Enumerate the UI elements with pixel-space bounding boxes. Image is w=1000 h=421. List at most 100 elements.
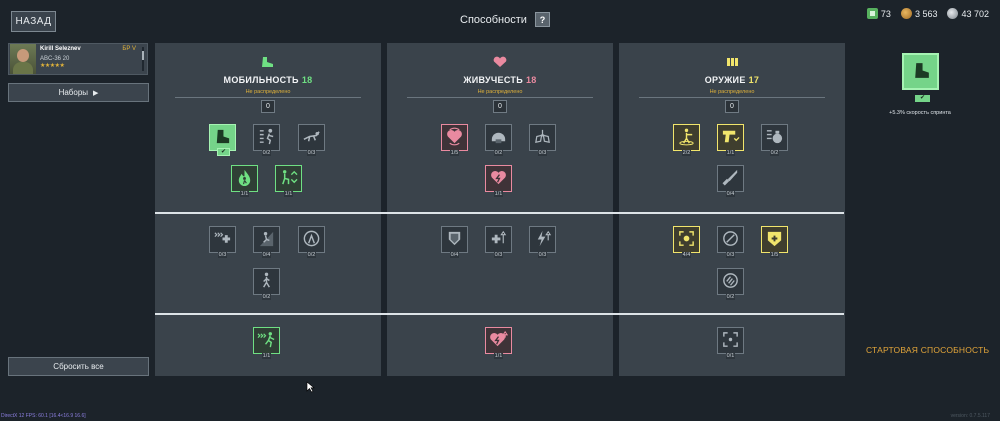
back-button[interactable]: НАЗАД — [11, 11, 56, 32]
sprint-boot-icon — [915, 63, 929, 78]
stamina-icon — [303, 230, 320, 247]
currency-cash: 73 — [866, 8, 891, 19]
skill-count: 1/1 — [725, 150, 736, 156]
skill-count: 1/1 — [493, 191, 504, 197]
pistol-icon — [722, 130, 740, 143]
vitality-header: ЖИВУЧЕСТЬ 18 Не распределено 0 — [387, 43, 613, 113]
currency-gold: 3 563 — [900, 8, 938, 19]
skill-shield-plus[interactable]: 1/5 — [761, 226, 788, 258]
skill-pistol[interactable]: 1/1 — [717, 124, 744, 156]
weapons-title-text: ОРУЖИЕ — [704, 75, 746, 85]
skill-count: 0/3 — [537, 252, 548, 258]
help-button[interactable]: ? — [534, 12, 550, 27]
skill-heal-speed[interactable]: 0/3 — [209, 226, 236, 258]
skill-helmet[interactable]: 0/2 — [485, 124, 512, 156]
skill-endurance[interactable]: 0/2 — [298, 226, 325, 258]
ammo-icon — [727, 58, 738, 66]
skill-scope[interactable]: 0/1 — [717, 327, 744, 359]
skill-count: 0/2 — [306, 252, 317, 258]
weapons-unassigned-points: 0 — [725, 100, 739, 113]
skill-adrenaline[interactable]: 1/1 — [485, 165, 512, 197]
mobility-header: МОБИЛЬНОСТЬ 18 Не распределено 0 — [155, 43, 381, 113]
lungs-icon — [535, 129, 550, 143]
skill-sprint-start[interactable]: 1/1 — [253, 327, 280, 359]
skill-target-focus[interactable]: 4/4 — [673, 226, 700, 258]
heart-boost-icon — [490, 330, 508, 347]
currency-gold-value: 3 563 — [914, 8, 938, 19]
skill-crawl[interactable]: 0/3 — [298, 124, 325, 156]
skill-count: 0/2 — [261, 294, 272, 300]
mobility-title-text: МОБИЛЬНОСТЬ — [223, 75, 299, 85]
skill-stance[interactable]: 2/2 — [673, 124, 700, 156]
vitality-title-text: ЖИВУЧЕСТЬ — [463, 75, 523, 85]
character-rank: БР V — [122, 46, 136, 52]
skill-crouch-speed[interactable]: 1/1 — [275, 165, 302, 197]
helmet-icon — [491, 132, 506, 144]
skill-sprint-boot[interactable]: ✔ — [209, 124, 236, 156]
skill-armor[interactable]: 0/4 — [441, 226, 468, 258]
skill-count: 0/3 — [217, 252, 228, 258]
page-title: Способности — [460, 13, 527, 26]
weapons-points: 17 — [748, 75, 760, 85]
skill-count: 0/2 — [493, 150, 504, 156]
skill-count: 1/1 — [493, 353, 504, 359]
grenade-icon — [766, 130, 783, 144]
heart-regen-icon — [447, 127, 462, 146]
plus-speed-icon — [214, 232, 231, 243]
reset-all-button[interactable]: Сбросить все — [8, 357, 149, 376]
skill-count: 0/3 — [537, 150, 548, 156]
sets-label: Наборы — [58, 88, 89, 97]
skill-grenade[interactable]: 0/2 — [761, 124, 788, 156]
weapons-unassigned-label: Не распределено — [709, 89, 755, 95]
skill-health-boost[interactable]: 0/3 — [485, 226, 512, 258]
skill-ammo-reload[interactable]: 0/2 — [717, 268, 744, 300]
target-focus-icon — [679, 231, 694, 246]
weapons-header: ОРУЖИЕ 17 Не распределено 0 — [619, 43, 845, 113]
skill-heart-regen[interactable]: 1/5 — [441, 124, 468, 156]
skill-reload[interactable]: 0/3 — [717, 226, 744, 258]
jump-icon — [259, 128, 274, 145]
divider — [639, 97, 825, 98]
green-cash-icon — [866, 8, 878, 19]
mobility-unassigned-label: Не распределено — [245, 89, 291, 95]
silver-coin-icon — [947, 8, 959, 19]
skill-count: 2/2 — [681, 150, 692, 156]
weapons-title: ОРУЖИЕ 17 — [619, 75, 845, 85]
character-scrollbar[interactable] — [142, 47, 144, 71]
currency-cash-value: 73 — [880, 8, 891, 19]
tier-separator — [155, 212, 844, 214]
skill-second-wind[interactable]: 1/1 — [485, 327, 512, 359]
character-info: Kirill Seleznev ABC-36 20 ★★★★★ БР V — [40, 44, 147, 74]
character-card[interactable]: Kirill Seleznev ABC-36 20 ★★★★★ БР V — [8, 43, 148, 75]
page-header: Способности ? — [460, 12, 550, 27]
skill-lungs[interactable]: 0/3 — [529, 124, 556, 156]
knife-icon — [722, 169, 738, 186]
vitality-unassigned-label: Не распределено — [477, 89, 523, 95]
selected-check-icon: ✔ — [915, 95, 930, 102]
lightning-icon — [537, 230, 552, 247]
skill-energy[interactable]: 0/3 — [529, 226, 556, 258]
heart-icon — [493, 56, 507, 67]
divider — [407, 97, 593, 98]
skill-quiet-walk[interactable]: 0/2 — [253, 268, 280, 300]
boot-icon — [262, 57, 273, 67]
skill-fire-run[interactable]: 1/1 — [231, 165, 258, 197]
mobility-points: 18 — [301, 75, 313, 85]
crosshair-icon — [723, 332, 738, 347]
selected-skill-description: +5.3% скорость спринта — [889, 110, 951, 116]
skill-count: 1/1 — [261, 353, 272, 359]
climb-icon — [259, 231, 274, 247]
skill-count: 0/2 — [261, 150, 272, 156]
divider — [175, 97, 361, 98]
flame-runner-icon — [238, 169, 251, 187]
sets-button[interactable]: Наборы ▶ — [8, 83, 149, 102]
skill-climb[interactable]: 0/4 — [253, 226, 280, 258]
magazine-icon — [723, 273, 738, 288]
version-label: version: 0.7.5.117 — [950, 413, 990, 419]
heart-lightning-icon — [491, 171, 506, 185]
skill-knife[interactable]: 0/4 — [717, 165, 744, 197]
vitality-points: 18 — [526, 75, 537, 85]
skill-count: 0/1 — [725, 353, 736, 359]
sprint-runner-icon — [257, 332, 275, 348]
skill-jump[interactable]: 0/2 — [253, 124, 280, 156]
